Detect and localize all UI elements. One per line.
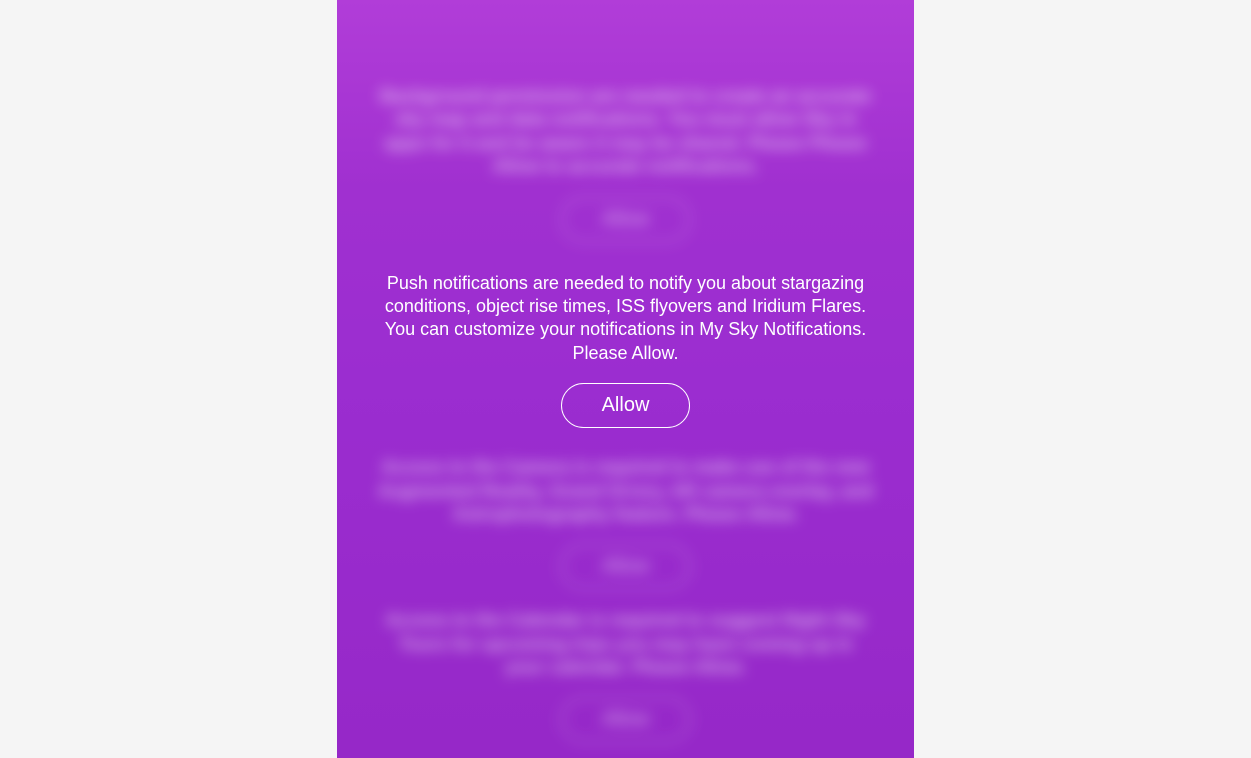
permission-text-background: Background permission are needed to crea… <box>377 85 874 179</box>
permission-text-calendar: Access to the Calendar is required to su… <box>377 609 874 679</box>
allow-button-background[interactable]: Allow <box>561 197 691 242</box>
allow-button-camera[interactable]: Allow <box>561 544 691 589</box>
permission-section-calendar: Access to the Calendar is required to su… <box>377 609 874 742</box>
permission-section-notifications: Push notifications are needed to notify … <box>377 272 874 429</box>
permission-section-background: Background permission are needed to crea… <box>377 85 874 242</box>
permission-section-camera: Access to the Camera is required to make… <box>377 456 874 589</box>
allow-button-calendar[interactable]: Allow <box>561 697 691 742</box>
permission-text-notifications: Push notifications are needed to notify … <box>377 272 874 366</box>
permission-text-camera: Access to the Camera is required to make… <box>377 456 874 526</box>
permissions-screen: Background permission are needed to crea… <box>337 0 914 758</box>
allow-button-notifications[interactable]: Allow <box>561 383 691 428</box>
